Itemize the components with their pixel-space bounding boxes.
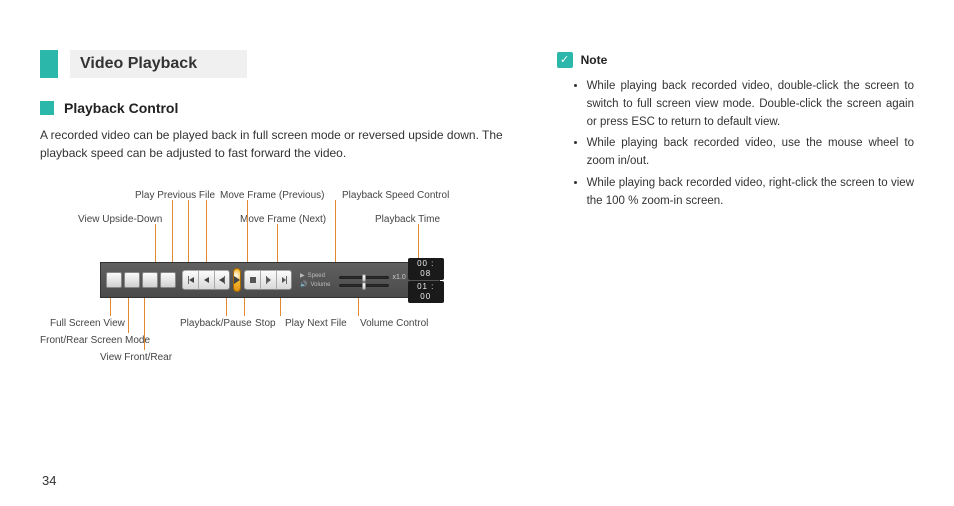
volume-icon: 🔊	[300, 281, 307, 289]
label-front-rear-mode: Front/Rear Screen Mode	[40, 335, 150, 346]
connector	[128, 298, 129, 333]
section-title-row: Video Playback	[40, 50, 517, 78]
triangle-left-icon	[204, 277, 209, 283]
connector	[226, 298, 227, 316]
label-full-screen-view: Full Screen View	[50, 318, 125, 329]
bar-icon	[224, 276, 225, 284]
label-move-frame-next: Move Frame (Next)	[240, 214, 326, 225]
stop-icon	[250, 277, 256, 283]
volume-slider[interactable]	[339, 284, 389, 287]
connector	[244, 298, 245, 316]
slider-thumb[interactable]	[362, 282, 366, 290]
volume-label: Volume	[310, 281, 330, 289]
section-title: Video Playback	[70, 50, 247, 78]
label-playback-speed-control: Playback Speed Control	[342, 190, 449, 201]
speed-icon: ▶	[300, 272, 305, 280]
speed-label: Speed	[308, 272, 325, 280]
time-current: 00 : 08	[408, 258, 444, 280]
bar-icon	[286, 276, 287, 284]
connector	[418, 224, 419, 262]
connector	[206, 200, 207, 262]
reverse-play-button[interactable]	[214, 270, 230, 290]
front-rear-mode-button[interactable]	[124, 272, 140, 288]
view-upside-down-button[interactable]	[160, 272, 176, 288]
accent-bar	[40, 50, 58, 78]
label-volume-control: Volume Control	[360, 318, 428, 329]
check-icon: ✓	[557, 52, 573, 68]
play-pause-button[interactable]	[233, 268, 241, 292]
triangle-right-icon	[267, 277, 271, 283]
move-frame-previous-button[interactable]	[198, 270, 214, 290]
label-move-frame-previous: Move Frame (Previous)	[220, 190, 324, 201]
connector	[110, 298, 111, 316]
full-screen-button[interactable]	[106, 272, 122, 288]
connector	[172, 200, 173, 262]
subsection-row: Playback Control	[40, 100, 517, 116]
label-playback-time: Playback Time	[375, 214, 440, 225]
play-icon	[234, 276, 240, 284]
note-header: ✓ Note	[557, 52, 914, 68]
connector	[358, 298, 359, 316]
label-play-next-file: Play Next File	[285, 318, 347, 329]
time-total: 01 : 00	[408, 281, 444, 303]
page-number: 34	[42, 473, 56, 488]
label-view-upside-down: View Upside-Down	[78, 214, 162, 225]
connector	[277, 224, 278, 262]
connector	[247, 200, 248, 262]
note-list: While playing back recorded video, doubl…	[557, 78, 914, 211]
play-next-file-button[interactable]	[276, 270, 292, 290]
label-play-previous-file: Play Previous File	[135, 190, 215, 201]
time-box: 00 : 08 01 : 00	[408, 258, 444, 303]
slider-thumb[interactable]	[362, 274, 366, 282]
play-previous-file-button[interactable]	[182, 270, 198, 290]
connector	[155, 224, 156, 262]
player-diagram: Play Previous File Move Frame (Previous)…	[40, 190, 517, 390]
connector	[280, 298, 281, 316]
label-view-front-rear: View Front/Rear	[100, 352, 172, 363]
accent-square	[40, 101, 54, 115]
note-item: While playing back recorded video, doubl…	[587, 78, 914, 131]
speed-value: x1.0	[393, 274, 406, 281]
label-stop: Stop	[255, 318, 276, 329]
view-front-rear-button[interactable]	[142, 272, 158, 288]
body-text: A recorded video can be played back in f…	[40, 126, 517, 162]
subsection-title: Playback Control	[64, 100, 178, 116]
label-playback-pause: Playback/Pause	[180, 318, 252, 329]
note-item: While playing back recorded video, right…	[587, 175, 914, 211]
speed-slider[interactable]	[339, 276, 389, 279]
speed-volume-block: ▶Speed 🔊Volume	[300, 271, 331, 290]
connector	[335, 200, 336, 262]
move-frame-next-button[interactable]	[260, 270, 276, 290]
player-bar: ▶Speed 🔊Volume x1.0 00 : 08 01 : 00	[100, 262, 440, 298]
note-item: While playing back recorded video, use t…	[587, 135, 914, 171]
triangle-left-icon	[189, 277, 194, 283]
stop-button[interactable]	[244, 270, 260, 290]
connector	[188, 200, 189, 262]
note-title: Note	[581, 53, 608, 67]
